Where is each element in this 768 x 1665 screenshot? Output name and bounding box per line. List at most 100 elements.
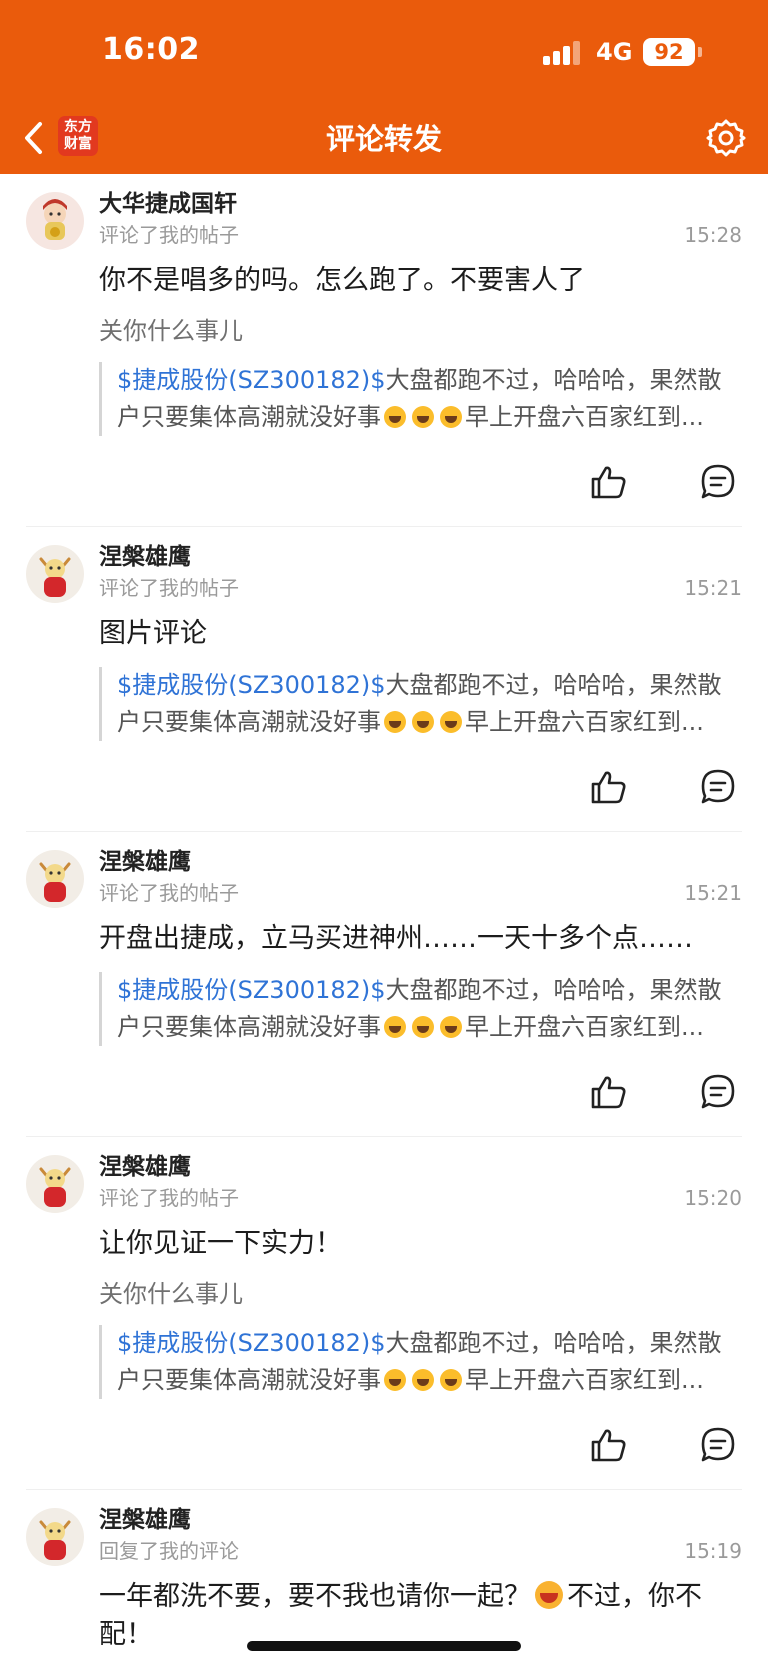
stock-tag-link[interactable]: $捷成股份(SZ300182)$ <box>117 1329 386 1357</box>
timestamp: 15:19 <box>684 1539 742 1563</box>
battery-tip <box>698 47 702 57</box>
comment-item: 涅槃雄鹰 评论了我的帖子 15:20 让你见证一下实力！ 关你什么事儿 $捷成股… <box>0 1137 768 1489</box>
comment-content[interactable]: 让你见证一下实力！ <box>99 1225 742 1263</box>
comment-button[interactable] <box>698 1425 738 1465</box>
avatar-image <box>39 862 71 902</box>
home-indicator[interactable] <box>247 1641 521 1651</box>
comment-text: 一年都洗不要，要不我也请你一起？ <box>99 1581 531 1612</box>
laugh-emoji-icon <box>440 1369 462 1391</box>
comment-meta: 回复了我的评论 15:19 <box>99 1536 742 1566</box>
comment-feed: 大华捷成国轩 评论了我的帖子 15:28 你不是唱多的吗。怎么跑了。不要害人了 … <box>0 174 768 1654</box>
avatar-image <box>39 1520 71 1560</box>
like-button[interactable] <box>588 1072 628 1112</box>
laugh-emoji-icon <box>412 1016 434 1038</box>
status-bar: 16:02 4G 92 <box>0 0 768 100</box>
status-time: 16:02 <box>102 32 200 67</box>
laugh-emoji-icon <box>412 1369 434 1391</box>
action-text: 评论了我的帖子 <box>99 881 239 905</box>
avatar-image <box>39 557 71 597</box>
comment-item: 大华捷成国轩 评论了我的帖子 15:28 你不是唱多的吗。怎么跑了。不要害人了 … <box>0 174 768 526</box>
action-text: 评论了我的帖子 <box>99 576 239 600</box>
comment-button[interactable] <box>698 462 738 502</box>
username[interactable]: 大华捷成国轩 <box>99 174 742 220</box>
action-row <box>99 436 742 526</box>
signal-icon <box>543 41 583 65</box>
laugh-emoji-icon <box>412 711 434 733</box>
thumbs-up-icon <box>591 1429 626 1462</box>
quoted-post[interactable]: $捷成股份(SZ300182)$大盘都跑不过，哈哈哈，果然散户只要集体高潮就没好… <box>99 972 742 1046</box>
comment-bubble-icon <box>701 1427 735 1462</box>
avatar-image <box>39 1167 71 1207</box>
laugh-emoji-icon <box>384 406 406 428</box>
laugh-emoji-icon <box>384 1016 406 1038</box>
quote-text-tail: 早上开盘六百家红到... <box>465 1013 704 1041</box>
stock-tag-link[interactable]: $捷成股份(SZ300182)$ <box>117 976 386 1004</box>
comment-meta: 评论了我的帖子 15:21 <box>99 573 742 603</box>
thumbs-up-icon <box>591 1076 626 1109</box>
timestamp: 15:21 <box>684 881 742 905</box>
username[interactable]: 涅槃雄鹰 <box>99 1490 742 1536</box>
timestamp: 15:28 <box>684 223 742 247</box>
avatar[interactable] <box>26 192 84 250</box>
comment-content[interactable]: 开盘出捷成，立马买进神州……一天十多个点…… <box>99 920 742 958</box>
thumbs-up-icon <box>591 771 626 804</box>
laugh-emoji-icon <box>440 711 462 733</box>
comment-item: 涅槃雄鹰 回复了我的评论 15:19 一年都洗不要，要不我也请你一起？ 不过，你不… <box>0 1490 768 1654</box>
action-row <box>99 1046 742 1136</box>
network-type: 4G <box>596 38 633 66</box>
quote-text-tail: 早上开盘六百家红到... <box>465 403 704 431</box>
laugh-emoji-icon <box>440 406 462 428</box>
like-button[interactable] <box>588 462 628 502</box>
comment-content[interactable]: 图片评论 <box>99 615 742 653</box>
quote-text-tail: 早上开盘六百家红到... <box>465 1366 704 1394</box>
avatar[interactable] <box>26 850 84 908</box>
avatar[interactable] <box>26 1155 84 1213</box>
app-header: 16:02 4G 92 东方财富 评论转发 <box>0 0 768 174</box>
like-button[interactable] <box>588 767 628 807</box>
battery-icon: 92 <box>643 38 695 66</box>
comment-bubble-icon <box>701 464 735 499</box>
my-reply: 关你什么事儿 <box>99 317 243 345</box>
page-title: 评论转发 <box>325 122 442 156</box>
comment-content[interactable]: 你不是唱多的吗。怎么跑了。不要害人了 <box>99 262 742 300</box>
username[interactable]: 涅槃雄鹰 <box>99 527 742 573</box>
avatar[interactable] <box>26 545 84 603</box>
timestamp: 15:20 <box>684 1186 742 1210</box>
comment-meta: 评论了我的帖子 15:28 <box>99 220 742 250</box>
comment-item: 涅槃雄鹰 评论了我的帖子 15:21 开盘出捷成，立马买进神州……一天十多个点…… <box>0 832 768 1136</box>
action-text: 评论了我的帖子 <box>99 223 239 247</box>
gear-icon <box>706 119 746 157</box>
action-text: 评论了我的帖子 <box>99 1186 239 1210</box>
nav-bar: 东方财富 评论转发 <box>0 104 768 174</box>
thumbs-up-icon <box>591 466 626 499</box>
comment-bubble-icon <box>701 769 735 804</box>
grin-emoji-icon <box>535 1581 563 1609</box>
action-text: 回复了我的评论 <box>99 1539 239 1563</box>
laugh-emoji-icon <box>384 711 406 733</box>
quoted-post[interactable]: $捷成股份(SZ300182)$大盘都跑不过，哈哈哈，果然散户只要集体高潮就没好… <box>99 1325 742 1399</box>
comment-button[interactable] <box>698 1072 738 1112</box>
like-button[interactable] <box>588 1425 628 1465</box>
timestamp: 15:21 <box>684 576 742 600</box>
avatar[interactable] <box>26 1508 84 1566</box>
username[interactable]: 涅槃雄鹰 <box>99 1137 742 1183</box>
username[interactable]: 涅槃雄鹰 <box>99 832 742 878</box>
action-row <box>99 741 742 831</box>
quote-text-tail: 早上开盘六百家红到... <box>465 708 704 736</box>
avatar-image <box>43 199 67 240</box>
laugh-emoji-icon <box>440 1016 462 1038</box>
comment-bubble-icon <box>701 1074 735 1109</box>
laugh-emoji-icon <box>412 406 434 428</box>
stock-tag-link[interactable]: $捷成股份(SZ300182)$ <box>117 366 386 394</box>
comment-button[interactable] <box>698 767 738 807</box>
action-row <box>99 1399 742 1489</box>
settings-button[interactable] <box>704 116 748 160</box>
comment-item: 涅槃雄鹰 评论了我的帖子 15:21 图片评论 $捷成股份(SZ300182)$… <box>0 527 768 831</box>
stock-tag-link[interactable]: $捷成股份(SZ300182)$ <box>117 671 386 699</box>
laugh-emoji-icon <box>384 1369 406 1391</box>
my-reply: 关你什么事儿 <box>99 1280 243 1308</box>
quoted-post[interactable]: $捷成股份(SZ300182)$大盘都跑不过，哈哈哈，果然散户只要集体高潮就没好… <box>99 667 742 741</box>
comment-meta: 评论了我的帖子 15:20 <box>99 1183 742 1213</box>
quoted-post[interactable]: $捷成股份(SZ300182)$大盘都跑不过，哈哈哈，果然散户只要集体高潮就没好… <box>99 362 742 436</box>
comment-meta: 评论了我的帖子 15:21 <box>99 878 742 908</box>
